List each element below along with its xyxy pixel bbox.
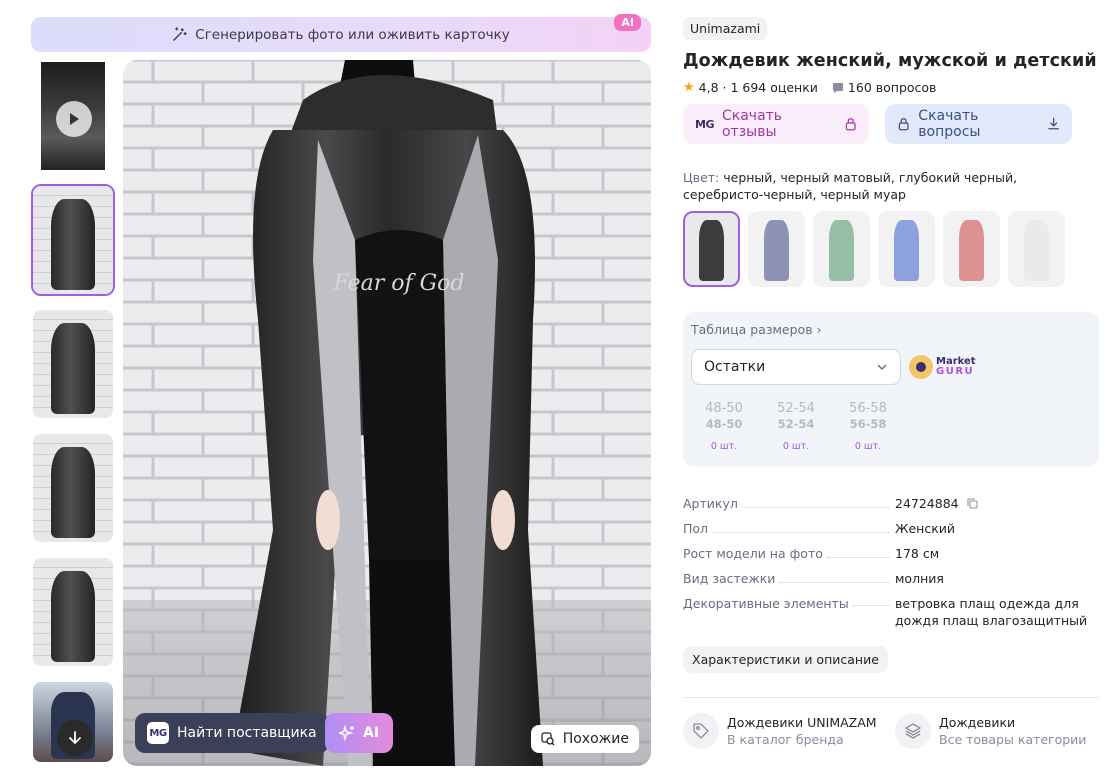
scroll-down-button[interactable] <box>57 720 93 756</box>
thumbnail-photo[interactable] <box>31 308 115 420</box>
brand-catalog-link[interactable]: Дождевики UNIMAZAMI В каталог бренда <box>683 713 877 749</box>
play-icon <box>56 101 92 137</box>
category-link[interactable]: Дождевики Все товары категории <box>895 713 1086 749</box>
color-info: Цвет: черный, черный матовый, глубокий ч… <box>683 169 1099 203</box>
color-swatch[interactable] <box>1008 211 1065 287</box>
lock-icon <box>845 118 856 131</box>
ai-button[interactable]: AI <box>325 713 394 753</box>
color-swatch[interactable] <box>683 211 740 287</box>
thumbnail-strip <box>31 60 115 776</box>
brand-link[interactable]: Unimazami <box>683 17 768 40</box>
size-options: 48-50 48-50 0 шт. 52-54 52-54 0 шт. 56-58 56-… <box>691 401 1091 452</box>
color-swatch[interactable] <box>943 211 1000 287</box>
download-reviews-button[interactable]: MG Скачать отзывы <box>683 104 869 144</box>
layers-icon <box>904 723 922 739</box>
color-swatches <box>683 211 1099 287</box>
size-option[interactable]: 56-58 56-58 0 шт. <box>847 401 889 452</box>
category-links: Дождевики UNIMAZAMI В каталог бренда Дож… <box>683 713 1099 749</box>
stock-select[interactable]: Остатки <box>691 349 901 385</box>
copy-icon[interactable] <box>967 498 978 509</box>
characteristics-button[interactable]: Характеристики и описание <box>683 646 888 673</box>
size-option[interactable]: 48-50 48-50 0 шт. <box>703 401 745 452</box>
color-value: черный, черный матовый, глубокий черный,… <box>683 170 1018 202</box>
find-supplier-button[interactable]: MG Найти поставщика <box>135 713 329 753</box>
mg-logo: MG <box>147 722 169 744</box>
find-supplier-label: Найти поставщика <box>177 725 317 741</box>
spec-row: Вид застежки молния <box>683 571 944 586</box>
download-questions-label: Скачать вопросы <box>918 108 981 140</box>
hoodie-print: Fear of God <box>333 271 465 296</box>
similar-button[interactable]: Похожие <box>530 725 639 753</box>
size-table-link[interactable]: Таблица размеров › <box>691 322 1091 337</box>
questions-icon <box>832 82 843 93</box>
thumbnail-photo[interactable] <box>31 432 115 544</box>
product-photo: Fear of God <box>123 60 651 766</box>
size-option[interactable]: 52-54 52-54 0 шт. <box>775 401 817 452</box>
main-product-image[interactable]: Fear of God MG Найти поставщика AI Похож… <box>123 60 651 766</box>
thumbnail-photo[interactable] <box>31 680 115 764</box>
magic-wand-icon <box>173 27 187 41</box>
ai-button-label: AI <box>363 725 380 741</box>
generate-banner-label: Сгенерировать фото или оживить карточку <box>195 26 510 43</box>
spec-row: Рост модели на фото 178 см <box>683 546 940 561</box>
ai-badge: AI <box>614 14 641 31</box>
spec-row: Пол Женский <box>683 521 955 536</box>
size-panel: Таблица размеров › Остатки Market GURU 4… <box>683 312 1099 467</box>
specs-list: Артикул 24724884 Пол Женский Рост модели… <box>683 495 1099 629</box>
arrow-down-icon <box>69 731 81 744</box>
star-icon: ★ <box>683 80 695 95</box>
divider <box>683 697 1099 698</box>
chevron-down-icon <box>877 364 887 370</box>
mg-logo: MG <box>695 117 714 131</box>
generate-photo-banner[interactable]: Сгенерировать фото или оживить карточку … <box>31 14 651 52</box>
article-number: 24724884 <box>895 496 959 511</box>
color-swatch[interactable] <box>878 211 935 287</box>
color-swatch[interactable] <box>748 211 805 287</box>
thumbnail-video[interactable] <box>31 60 115 172</box>
color-swatch[interactable] <box>813 211 870 287</box>
product-title: Дождевик женский, мужской и детский <box>683 51 1097 71</box>
product-info-panel: Unimazami Дождевик женский, мужской и де… <box>683 17 1099 749</box>
similar-label: Похожие <box>562 731 629 747</box>
lock-icon <box>898 118 909 131</box>
stock-select-value: Остатки <box>704 359 766 375</box>
sparkle-icon <box>339 725 354 741</box>
color-label: Цвет: <box>683 170 720 185</box>
similar-icon <box>541 732 555 746</box>
thumbnail-photo[interactable] <box>31 556 115 668</box>
rating-text[interactable]: 4,8 · 1 694 оценки <box>699 80 818 95</box>
download-reviews-label: Скачать отзывы <box>721 108 783 140</box>
download-icon <box>1047 117 1059 130</box>
thumbnail-photo[interactable] <box>31 184 115 296</box>
tag-icon <box>693 723 709 739</box>
spec-row: Артикул 24724884 <box>683 495 1099 512</box>
spec-row: Декоративные элементы ветровка плащ одеж… <box>683 596 1088 628</box>
questions-count[interactable]: 160 вопросов <box>848 80 937 95</box>
market-guru-logo: Market GURU <box>909 355 976 379</box>
rating-row: ★ 4,8 · 1 694 оценки 160 вопросов <box>683 80 1099 95</box>
download-questions-button[interactable]: Скачать вопросы <box>885 104 1072 144</box>
